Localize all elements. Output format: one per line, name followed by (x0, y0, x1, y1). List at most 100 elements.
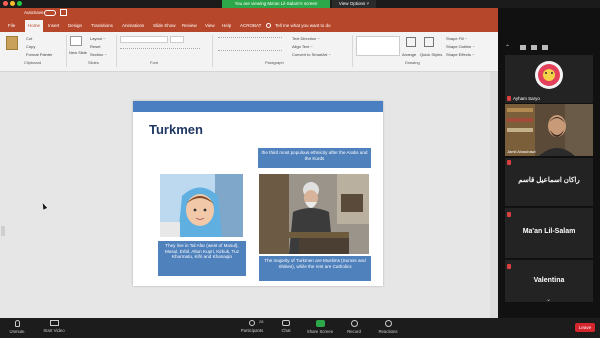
tab-file[interactable]: File (8, 23, 15, 28)
view-options-button[interactable]: View Options ˅ (332, 0, 376, 8)
video-tile-self[interactable]: Ayham Saryo (505, 55, 593, 103)
craftsman-photo-illustration (259, 174, 369, 254)
save-icon[interactable] (60, 9, 67, 16)
strip-view-icon[interactable] (542, 45, 548, 50)
new-slide-button[interactable]: New Slide (69, 50, 87, 55)
share-screen-icon (315, 320, 325, 327)
tab-help[interactable]: Help (222, 23, 231, 28)
text-direction-button[interactable]: Text Direction ~ (292, 36, 320, 41)
ppt-ribbon: Cut Copy Format Painter Clipboard New Sl… (0, 32, 498, 72)
ribbon-separator (352, 35, 353, 67)
caption-population-rank: the third most populous ethnicity after … (258, 148, 371, 168)
align-text-button[interactable]: Align Text ~ (292, 44, 313, 49)
quick-styles-icon[interactable] (424, 37, 434, 47)
tab-view[interactable]: View (205, 23, 215, 28)
tab-review[interactable]: Review (182, 23, 197, 28)
leave-meeting-button[interactable]: Leave (575, 323, 595, 332)
arrange-button[interactable]: Arrange (402, 52, 416, 57)
shape-effects-button[interactable]: Shape Effects ~ (446, 52, 474, 57)
ribbon-separator (116, 35, 117, 67)
chat-button[interactable]: Chat (269, 320, 303, 333)
participants-label: Participants (240, 328, 264, 333)
group-slides-label: Slides (88, 60, 99, 65)
group-drawing-label: Drawing (405, 60, 420, 65)
participant-name: Valentina (533, 277, 565, 284)
share-screen-label: Share Screen (306, 329, 334, 334)
tab-insert[interactable]: Insert (48, 23, 59, 28)
slide-header-bar (133, 101, 383, 112)
font-size-select[interactable] (170, 36, 184, 43)
participants-button[interactable]: Participants (235, 320, 269, 333)
muted-mic-icon (507, 160, 511, 165)
autosave-label[interactable]: AutoSave (24, 10, 44, 15)
video-tile-speaker[interactable]: Jamil Alnashawi (505, 104, 593, 156)
start-video-button[interactable]: Start Video (37, 320, 71, 333)
tell-me-search[interactable]: Tell me what you want to do (275, 23, 331, 28)
participant-name: Ayham Saryo (513, 96, 540, 101)
unmute-label: Unmute (9, 329, 25, 334)
section-button[interactable]: Section ~ (90, 52, 107, 57)
quick-styles-button[interactable]: Quick Styles (420, 52, 442, 57)
thumbnail-pane-handle[interactable] (1, 226, 5, 236)
group-font-label: Font (150, 60, 159, 65)
zoom-window: You are viewing Ma'an Lil-Salam's screen… (0, 0, 600, 338)
avatar-illustration (538, 64, 560, 86)
photo-turkmen-child (160, 174, 243, 237)
autosave-toggle[interactable] (44, 10, 56, 16)
layout-button[interactable]: Layout ~ (90, 36, 105, 41)
tab-acrobat[interactable]: ACROBAT (240, 23, 261, 28)
tab-transitions[interactable]: Transitions (91, 23, 113, 28)
tab-home[interactable]: Home (28, 23, 40, 28)
smiley-icon (384, 320, 392, 327)
new-slide-icon[interactable] (70, 36, 82, 46)
group-clipboard-label: Clipboard (24, 60, 42, 65)
video-off-icon (49, 320, 59, 326)
slide-canvas[interactable]: Turkmen the third most populous ethnicit… (133, 101, 383, 286)
chevron-up-icon[interactable]: ⌃ (505, 44, 510, 51)
lightbulb-icon (266, 23, 271, 28)
record-icon (350, 320, 358, 327)
shape-fill-button[interactable]: Shape Fill ~ (446, 36, 467, 41)
ribbon-separator (66, 35, 67, 67)
reactions-button[interactable]: Reactions (371, 320, 405, 334)
share-screen-button[interactable]: Share Screen (303, 320, 337, 334)
record-label: Record (347, 329, 361, 334)
chat-label: Chat (281, 328, 291, 333)
start-video-label: Start Video (43, 328, 65, 333)
group-paragraph-label: Paragraph (265, 60, 284, 65)
arrange-icon[interactable] (406, 37, 416, 47)
participant-name: Jamil Alnashawi (507, 149, 536, 154)
convert-smartart-button[interactable]: Convert to SmartArt ~ (292, 52, 331, 57)
font-name-select[interactable] (120, 36, 168, 43)
minimize-window-icon[interactable] (10, 1, 15, 6)
copy-button[interactable]: Copy (26, 44, 35, 49)
unmute-button[interactable]: Unmute (0, 320, 34, 334)
chat-icon (282, 320, 290, 326)
paragraph-format-buttons[interactable] (218, 37, 282, 51)
tab-design[interactable]: Design (68, 23, 82, 28)
tab-slide-show[interactable]: Slide Show (153, 23, 176, 28)
font-format-buttons[interactable] (120, 48, 200, 54)
muted-mic-icon (507, 212, 511, 217)
speaker-view-icon[interactable] (531, 45, 537, 50)
chevron-down-icon[interactable]: ⌄ (546, 296, 551, 303)
avatar (535, 61, 563, 89)
shapes-gallery[interactable] (356, 36, 400, 56)
gallery-view-icon[interactable] (520, 45, 526, 50)
muted-mic-icon (507, 264, 511, 269)
muted-mic-icon (507, 96, 511, 101)
shape-outline-button[interactable]: Shape Outline ~ (446, 44, 475, 49)
zoom-meeting-toolbar: Unmute Start Video Participants 28 Chat … (0, 318, 600, 338)
record-button[interactable]: Record (337, 320, 371, 334)
child-photo-illustration (160, 174, 243, 237)
maximize-window-icon[interactable] (17, 1, 22, 6)
tab-animations[interactable]: Animations (122, 23, 144, 28)
cut-button[interactable]: Cut (26, 36, 32, 41)
participants-icon (249, 320, 255, 326)
format-painter-button[interactable]: Format Painter (26, 52, 52, 57)
reset-button[interactable]: Reset (90, 44, 100, 49)
participant-name: راكان اسماعيل قاسم (518, 177, 580, 184)
paste-icon[interactable] (6, 36, 18, 50)
close-window-icon[interactable] (3, 1, 8, 6)
vertical-scrollbar[interactable] (490, 72, 498, 318)
